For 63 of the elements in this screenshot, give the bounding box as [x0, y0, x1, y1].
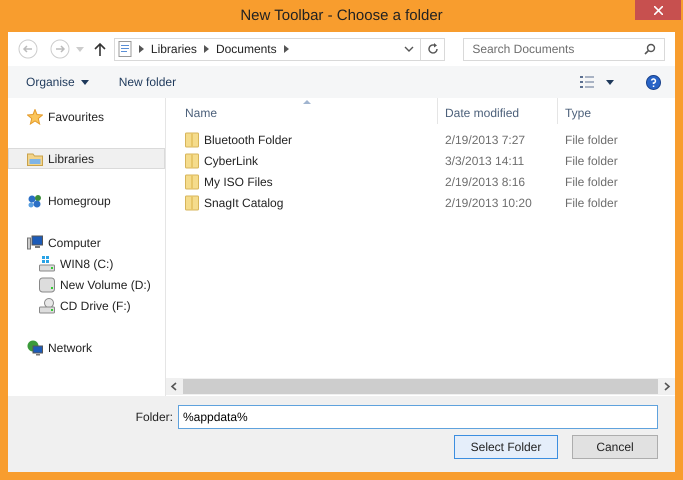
sidebar-item[interactable]: WIN8 (C:): [8, 253, 165, 274]
column-header[interactable]: Name: [166, 98, 438, 124]
document-icon: [118, 41, 132, 57]
up-arrow-icon[interactable]: [94, 42, 106, 56]
drive-icon: [39, 256, 55, 272]
date-cell-text: 2/19/2013 8:16: [444, 174, 526, 190]
type-cell-text: File folder: [564, 152, 618, 170]
sidebar-item[interactable]: Network: [8, 337, 165, 358]
new-folder-button[interactable]: New folder: [118, 73, 176, 91]
sidebar-item[interactable]: Homegroup: [8, 190, 165, 211]
breadcrumb[interactable]: Libraries: [150, 40, 197, 58]
scrollbar-thumb[interactable]: [183, 379, 658, 394]
file-name[interactable]: SnagIt Catalog: [204, 194, 284, 212]
sidebar-item[interactable]: Libraries: [8, 148, 165, 169]
file-name[interactable]: My ISO Files: [204, 172, 273, 190]
caret-icon: [80, 80, 89, 84]
close-button[interactable]: [635, 0, 681, 20]
refresh-icon[interactable]: [426, 43, 439, 55]
folder-icon: [27, 150, 43, 166]
star-icon: [27, 108, 43, 124]
cd-drive-icon: [39, 298, 55, 314]
breadcrumb-arrow-icon[interactable]: [284, 45, 289, 53]
sidebar-item[interactable]: New Volume (D:): [8, 274, 165, 295]
computer-icon: [27, 234, 43, 250]
date-cell-text: 2/19/2013 7:27: [444, 132, 526, 148]
date-cell-text: 2/19/2013 10:20: [444, 194, 533, 212]
window-title: New Toolbar - Choose a folder: [240, 6, 443, 26]
cancel-button[interactable]: Cancel: [572, 435, 658, 459]
column-header[interactable]: Type: [558, 98, 675, 124]
folder-icon: [185, 194, 199, 210]
folder-field[interactable]: %appdata%: [178, 405, 658, 429]
dropdown-icon[interactable]: [606, 80, 614, 84]
breadcrumb-arrow-icon[interactable]: [204, 45, 209, 53]
chevron-down-icon[interactable]: [404, 46, 414, 52]
column-header[interactable]: Date modified: [438, 98, 558, 124]
close-icon: [654, 6, 662, 14]
sort-arrow-icon: [303, 100, 311, 104]
help-icon[interactable]: [646, 74, 661, 90]
organise-button[interactable]: Organise: [26, 73, 89, 91]
network-icon: [27, 340, 43, 356]
folder-icon: [185, 132, 199, 148]
type-cell-text: File folder: [564, 174, 618, 190]
sidebar-item[interactable]: Computer: [8, 232, 165, 253]
search-icon: [644, 43, 656, 55]
breadcrumb-arrow-icon[interactable]: [138, 45, 144, 53]
type-cell-text: File folder: [564, 194, 618, 212]
homegroup-icon: [27, 192, 43, 208]
select-folder-button[interactable]: Select Folder: [454, 435, 558, 459]
search-input: Search Documents: [472, 40, 644, 58]
sidebar-item[interactable]: CD Drive (F:): [8, 295, 165, 316]
view-list-icon[interactable]: [580, 76, 594, 88]
breadcrumb[interactable]: Documents: [216, 40, 277, 58]
drive-icon: [39, 276, 55, 292]
folder-icon: [185, 174, 199, 190]
sidebar-item[interactable]: Favourites: [8, 106, 165, 127]
address-bar[interactable]: Libraries Documents: [114, 38, 446, 60]
folder-label: Folder:: [136, 409, 173, 426]
file-name[interactable]: Bluetooth Folder: [204, 130, 292, 148]
search-field[interactable]: Search Documents: [463, 38, 665, 60]
type-cell-text: File folder: [564, 132, 618, 148]
file-name[interactable]: CyberLink: [204, 152, 258, 170]
date-cell-text: 3/3/2013 14:11: [444, 152, 526, 170]
folder-icon: [185, 152, 199, 168]
